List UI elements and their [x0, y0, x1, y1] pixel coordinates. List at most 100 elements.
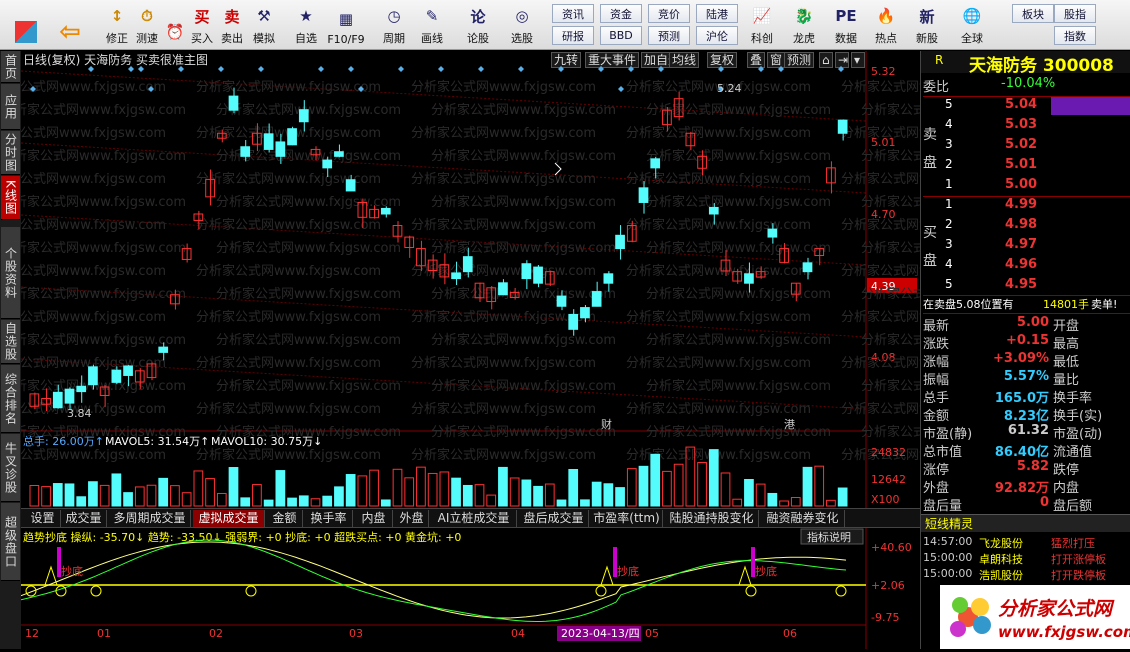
toolbar-3-button[interactable]: ★ 自选 — [286, 2, 326, 48]
left-tab-7[interactable]: 牛叉诊股 — [1, 434, 20, 502]
field-label: 金额 — [923, 409, 950, 424]
ind-line-1 — [21, 541, 847, 619]
toolbar-13-icon: 新 — [919, 7, 935, 26]
toolbar-small-3-button[interactable]: 陆港 — [696, 4, 738, 23]
toolbar-10-button[interactable]: 🐉 龙虎 — [784, 2, 824, 48]
indicator-tab-4[interactable]: 金额 — [267, 510, 303, 527]
field-label-2: 内盘 — [1053, 481, 1080, 496]
left-tab-4[interactable]: 个股资料 — [1, 227, 20, 319]
indicator-explain-button[interactable]: 指标说明 — [807, 530, 851, 544]
left-tab-2[interactable]: 分时图 — [1, 131, 20, 175]
indicator-tab-7[interactable]: 外盘 — [395, 510, 429, 527]
notice-tail: 卖单! — [1091, 298, 1118, 311]
toolbar-small-9-button[interactable]: 股指 — [1054, 4, 1096, 23]
vol-title: 总手: 26.00万↑ — [23, 434, 104, 448]
field-label: 涨停 — [923, 463, 950, 478]
toolbar-2-button[interactable]: ⚒ 模拟 — [244, 2, 284, 48]
toolbar-13-button[interactable]: 新新股 — [907, 2, 947, 48]
field-label-2: 最高 — [1053, 337, 1080, 352]
toolbar-11-button[interactable]: PE 数据 — [826, 2, 866, 48]
volume-bar — [181, 492, 192, 507]
toolbar-5-button[interactable]: ◷ 周期 — [374, 2, 414, 48]
toolbar-9-button[interactable]: 📈 科创 — [742, 2, 782, 48]
left-tab-3[interactable]: K线图 — [1, 176, 20, 220]
indicator-tab-6[interactable]: 内盘 — [355, 510, 393, 527]
toolbar-small-7-button[interactable]: 沪伦 — [696, 26, 738, 45]
candle — [744, 273, 754, 284]
toolbar-small-6-button[interactable]: 预测 — [648, 26, 690, 45]
volume-bar — [404, 477, 415, 507]
home-button[interactable] — [8, 2, 44, 48]
field-value: 5.57% — [1003, 369, 1049, 384]
signal-diamond — [438, 66, 444, 72]
indicator-tab-8[interactable]: AI立桩成交量 — [431, 510, 517, 527]
ind-mark: 抄底 — [755, 564, 777, 578]
toolbar-4-button[interactable]: ▦ F10/F9 — [326, 2, 366, 48]
indicator-tab-5[interactable]: 换手率 — [305, 510, 353, 527]
signal-diamond — [558, 66, 564, 72]
watermark: 分析家公式网www.fxjgsw.com — [21, 309, 166, 325]
ind-circle — [245, 585, 257, 597]
toolbar-6-button[interactable]: ✎ 画线 — [412, 2, 452, 48]
indicator-tab-12[interactable]: 融资融券变化 — [761, 510, 845, 527]
toolbar-small-1-button[interactable]: 资金 — [600, 4, 642, 23]
field-label-2: 换手率 — [1053, 391, 1093, 406]
ind-circle — [745, 585, 757, 597]
chart-svg[interactable]: 5.325.014.704.394.084.39分析家公式网www.fxjgsw… — [21, 51, 920, 649]
indicator-tab-3[interactable]: 虚拟成交量 — [193, 510, 265, 527]
home-icon — [15, 21, 37, 43]
toolbar-8-button[interactable]: ◎ 选股 — [502, 2, 542, 48]
volume-bar — [509, 477, 520, 507]
tool-left-0-button[interactable]: ↕ 修正 — [100, 2, 134, 48]
indicator-tab-10[interactable]: 市盈率(ttm) — [591, 510, 663, 527]
left-tab-5[interactable]: 自选股 — [1, 320, 20, 364]
buy-level: 4 — [945, 257, 953, 271]
sell-price: 5.02 — [1005, 137, 1038, 152]
signal-diamond — [758, 66, 764, 72]
indicator-tab-11[interactable]: 陆股通持股变化 — [665, 510, 759, 527]
kline-chart-area[interactable]: 日线(复权) 天海防务 买卖很准主图 九转 重大事件 加自选 均线 复权叠窗预测 ⌂ ⇥ ▾ … — [21, 51, 920, 649]
toolbar-small-2-button[interactable]: 竞价 — [648, 4, 690, 23]
toolbar-small-5-button[interactable]: BBD — [600, 26, 642, 45]
vol-label: X100 — [871, 493, 900, 506]
toolbar-small-8-button[interactable]: 板块 — [1012, 4, 1054, 23]
volume-bar — [580, 499, 590, 507]
indicator-tab-2[interactable]: 多周期成交量 — [109, 510, 191, 527]
toolbar-small-10-button[interactable]: 指数 — [1054, 26, 1096, 45]
buy-price: 4.99 — [1005, 197, 1038, 212]
toolbar-small-0-button[interactable]: 资讯 — [552, 4, 594, 23]
watermark: 分析家公式网www.fxjgsw.com — [861, 286, 920, 302]
back-button[interactable]: ⇦ — [52, 2, 88, 48]
volume-bar — [29, 484, 40, 507]
left-tab-1[interactable]: 应用 — [1, 84, 20, 130]
toolbar-2-label: 模拟 — [253, 32, 275, 45]
tool-left-2-button[interactable]: ⏰ — [158, 2, 192, 48]
indicator-tab-9[interactable]: 盘后成交量 — [519, 510, 589, 527]
volume-bar — [111, 473, 122, 507]
watermark: 分析家公式网www.fxjgsw.com — [216, 194, 401, 210]
volume-bar — [732, 498, 743, 507]
toolbar-14-icon: 🌐 — [962, 7, 982, 25]
indicator-tab-1[interactable]: 成交量 — [61, 510, 107, 527]
left-tab-8[interactable]: 超级盘口 — [1, 503, 20, 581]
elf-stock: 卓朗科技 — [979, 553, 1023, 566]
toolbar-10-label: 龙虎 — [793, 32, 815, 45]
left-tab-6[interactable]: 综合排名 — [1, 365, 20, 433]
indicator-tab-0[interactable]: 设置 — [25, 510, 61, 527]
candle — [837, 119, 848, 134]
toolbar-14-button[interactable]: 🌐 全球 — [952, 2, 992, 48]
signal-diamond — [718, 66, 724, 72]
elf-event: 打开涨停板 — [1051, 553, 1106, 566]
field-label: 市盈(静) — [923, 427, 973, 442]
watermark: 分析家公式网www.fxjgsw.com — [216, 240, 401, 256]
toolbar-12-button[interactable]: 🔥 热点 — [866, 2, 906, 48]
toolbar-7-button[interactable]: 论论股 — [458, 2, 498, 48]
elf-time: 15:00:00 — [923, 567, 973, 580]
left-tab-0[interactable]: 首页 — [1, 51, 20, 83]
ind-label: -9.75 — [871, 611, 899, 624]
watermark: 分析家公式网www.fxjgsw.com — [431, 378, 616, 394]
volume-bar — [439, 471, 450, 507]
toolbar-small-4-button[interactable]: 研报 — [552, 26, 594, 45]
signal-diamond — [138, 66, 144, 72]
volume-bar — [521, 479, 532, 507]
